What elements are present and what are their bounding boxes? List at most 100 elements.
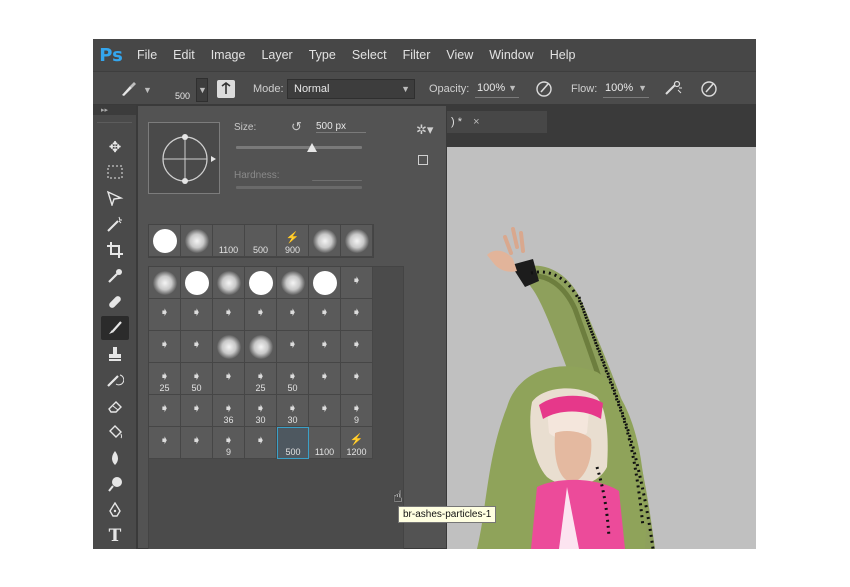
- brush-preset[interactable]: [277, 267, 309, 299]
- flow-field[interactable]: 100% ▼: [603, 80, 649, 98]
- dodge-icon[interactable]: [101, 472, 129, 496]
- menu-edit[interactable]: Edit: [165, 39, 203, 71]
- airbrush-icon[interactable]: [663, 80, 683, 98]
- close-icon[interactable]: ×: [473, 116, 479, 128]
- brush-preset[interactable]: ⚡ 900: [277, 225, 309, 257]
- toolbox-grip[interactable]: [97, 115, 132, 123]
- brush-preset[interactable]: ➧ 30: [277, 395, 309, 427]
- menu-help[interactable]: Help: [542, 39, 584, 71]
- brush-preset[interactable]: ➧ 9: [341, 395, 373, 427]
- brush-panel-toggle[interactable]: ▼: [196, 78, 208, 102]
- brush-icon[interactable]: [101, 316, 129, 340]
- document-canvas[interactable]: [447, 147, 756, 549]
- menu-window[interactable]: Window: [481, 39, 541, 71]
- magic-wand-icon[interactable]: [101, 212, 129, 236]
- mode-select[interactable]: Normal ▼: [287, 79, 415, 99]
- brush-preset[interactable]: [149, 225, 181, 257]
- document-tab[interactable]: ) * ×: [447, 111, 547, 133]
- brush-preset[interactable]: ➧ 9: [213, 427, 245, 459]
- brush-preset[interactable]: 1100: [309, 427, 341, 459]
- brush-preset-chevron-icon[interactable]: ▼: [143, 85, 152, 95]
- brush-preset[interactable]: ➧: [149, 395, 181, 427]
- size-field[interactable]: 500 px: [316, 121, 366, 133]
- bristle-brush-icon: ➧: [191, 400, 202, 415]
- brush-preset[interactable]: ➧: [309, 395, 341, 427]
- brush-preset[interactable]: ➧: [149, 331, 181, 363]
- menu-filter[interactable]: Filter: [395, 39, 439, 71]
- size-slider-thumb[interactable]: [306, 143, 317, 152]
- brush-preset[interactable]: ➧: [181, 395, 213, 427]
- menu-view[interactable]: View: [438, 39, 481, 71]
- crop-icon[interactable]: [101, 238, 129, 262]
- brush-preset[interactable]: ➧: [309, 363, 341, 395]
- brush-preset[interactable]: 500: [245, 225, 277, 257]
- brush-preset[interactable]: [245, 267, 277, 299]
- menu-layer[interactable]: Layer: [253, 39, 300, 71]
- menu-file[interactable]: File: [129, 39, 165, 71]
- brush-preset[interactable]: ➧: [181, 299, 213, 331]
- brush-preset[interactable]: ➧ 25: [245, 363, 277, 395]
- history-brush-icon[interactable]: [101, 368, 129, 392]
- soft-round-brush-icon: [312, 228, 337, 253]
- move-icon[interactable]: ✥: [101, 135, 129, 159]
- toolbox-collapse-icon[interactable]: ▸▸: [93, 105, 136, 115]
- pressure-size-icon[interactable]: [700, 80, 718, 98]
- brush-preset[interactable]: [181, 225, 213, 257]
- brush-panel-icon[interactable]: [217, 80, 235, 98]
- paint-bucket-icon[interactable]: [101, 420, 129, 444]
- size-slider-track[interactable]: [236, 146, 362, 149]
- brush-preset[interactable]: [213, 331, 245, 363]
- reset-size-icon[interactable]: ↺: [291, 119, 302, 135]
- type-icon[interactable]: T: [101, 524, 129, 548]
- pressure-opacity-icon[interactable]: [535, 80, 553, 98]
- brush-preset[interactable]: ➧: [213, 363, 245, 395]
- opacity-field[interactable]: 100% ▼: [475, 80, 519, 98]
- brush-preset[interactable]: [181, 267, 213, 299]
- brush-preset[interactable]: ➧ 50: [277, 363, 309, 395]
- brush-tip-preview[interactable]: [148, 122, 220, 194]
- brush-preset[interactable]: ➧ 25: [149, 363, 181, 395]
- brush-preset[interactable]: [309, 225, 341, 257]
- brush-preset[interactable]: ➧: [341, 331, 373, 363]
- eyedropper-icon[interactable]: [101, 264, 129, 288]
- gear-icon[interactable]: ✲▾: [416, 122, 433, 138]
- healing-icon[interactable]: [101, 290, 129, 314]
- brush-preset[interactable]: [245, 331, 277, 363]
- brush-preset[interactable]: ➧: [277, 299, 309, 331]
- dancer-photo: [477, 227, 655, 549]
- brush-preset[interactable]: [309, 267, 341, 299]
- brush-preset[interactable]: ➧: [181, 427, 213, 459]
- brush-preset[interactable]: [149, 267, 181, 299]
- brush-preset[interactable]: ➧: [341, 267, 373, 299]
- menu-select[interactable]: Select: [344, 39, 395, 71]
- brush-preset[interactable]: ➧: [149, 299, 181, 331]
- brush-preset[interactable]: ➧: [309, 331, 341, 363]
- eraser-icon[interactable]: [101, 394, 129, 418]
- brush-preset[interactable]: ➧: [277, 331, 309, 363]
- new-preset-icon[interactable]: [418, 155, 428, 165]
- brush-preset[interactable]: ➧: [309, 299, 341, 331]
- lasso-icon[interactable]: [101, 186, 129, 210]
- brush-preset[interactable]: ➧: [245, 427, 277, 459]
- marquee-icon[interactable]: [101, 160, 129, 184]
- brush-preset[interactable]: ➧: [245, 299, 277, 331]
- brush-preset[interactable]: ➧: [341, 299, 373, 331]
- brush-preset[interactable]: ➧: [213, 299, 245, 331]
- brush-preset[interactable]: ➧: [181, 331, 213, 363]
- brush-preset[interactable]: ⚡ 1200: [341, 427, 373, 459]
- brush-preset[interactable]: ➧ 30: [245, 395, 277, 427]
- brush-preset[interactable]: ➧: [341, 363, 373, 395]
- brush-preset[interactable]: 500: [277, 427, 309, 459]
- brush-preset[interactable]: ➧ 50: [181, 363, 213, 395]
- brush-preset[interactable]: [341, 225, 373, 257]
- brush-preset-icon[interactable]: [119, 80, 139, 98]
- blur-icon[interactable]: [101, 446, 129, 470]
- menu-image[interactable]: Image: [203, 39, 254, 71]
- brush-preset[interactable]: [213, 267, 245, 299]
- pen-icon[interactable]: [101, 498, 129, 522]
- brush-preset[interactable]: ➧: [149, 427, 181, 459]
- menu-type[interactable]: Type: [301, 39, 344, 71]
- stamp-icon[interactable]: [101, 342, 129, 366]
- brush-preset[interactable]: 1100: [213, 225, 245, 257]
- brush-preset[interactable]: ➧ 36: [213, 395, 245, 427]
